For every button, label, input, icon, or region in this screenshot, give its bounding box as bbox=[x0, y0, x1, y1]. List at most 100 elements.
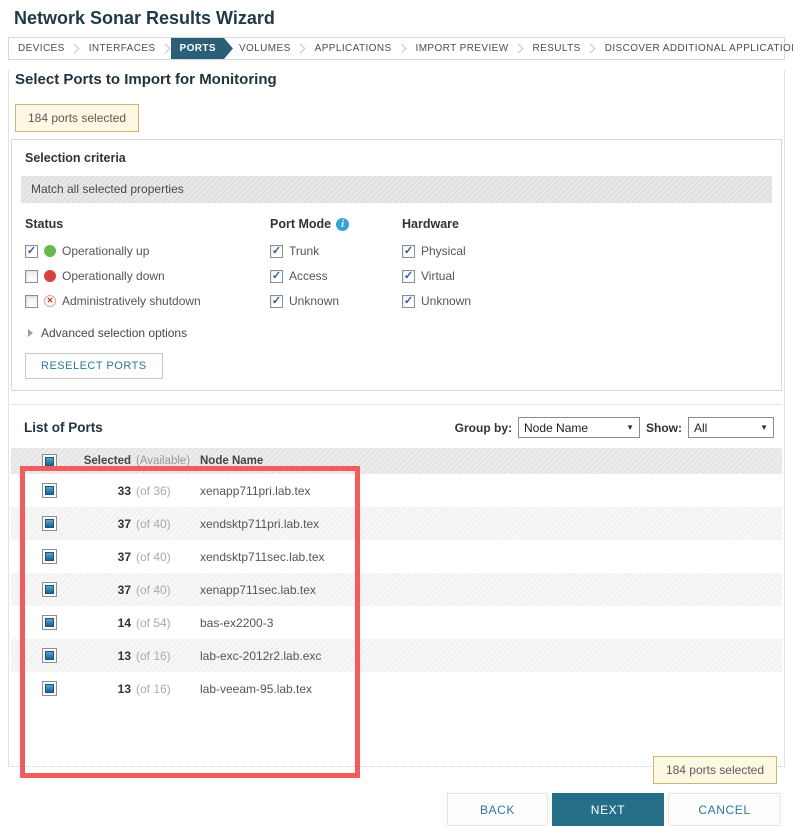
criteria-item-access: ✓ Access bbox=[270, 264, 402, 288]
criteria-columns: Status ✓ Operationally up ✓ Operationall… bbox=[12, 203, 781, 313]
available-count: (of 36) bbox=[131, 484, 193, 498]
ports-table-header: Selected (Available) Node Name bbox=[11, 448, 782, 474]
checkbox-access[interactable]: ✓ bbox=[270, 270, 283, 283]
cancel-button[interactable]: CANCEL bbox=[668, 793, 781, 826]
group-by-selected-value: Node Name bbox=[524, 421, 588, 435]
expand-row-icon[interactable] bbox=[20, 652, 25, 660]
table-row[interactable]: 14 (of 54) bas-ex2200-3 bbox=[11, 606, 782, 639]
criteria-item-label: Operationally down bbox=[62, 269, 165, 283]
checkbox-trunk[interactable]: ✓ bbox=[270, 245, 283, 258]
row-checkbox[interactable] bbox=[42, 549, 57, 564]
wizard-step-ports-active[interactable]: PORTS bbox=[171, 38, 233, 59]
checkbox-operationally-down[interactable]: ✓ bbox=[25, 270, 38, 283]
group-label-text: Hardware bbox=[402, 215, 459, 233]
table-row[interactable]: 37 (of 40) xenapp711sec.lab.tex bbox=[11, 573, 782, 606]
criteria-item-label: Unknown bbox=[421, 294, 471, 308]
wizard-step-discover-additional-applications[interactable]: DISCOVER ADDITIONAL APPLICATIONS bbox=[596, 38, 793, 59]
expand-row-icon[interactable] bbox=[20, 553, 25, 561]
back-button[interactable]: BACK bbox=[447, 793, 548, 826]
node-name: lab-exc-2012r2.lab.exc bbox=[193, 649, 782, 663]
criteria-item-label: Administratively shutdown bbox=[62, 294, 201, 308]
group-by-label: Group by: bbox=[455, 421, 512, 435]
criteria-group-status-label: Status bbox=[25, 215, 270, 233]
expand-row-icon[interactable] bbox=[20, 586, 25, 594]
selected-count: 37 bbox=[65, 550, 131, 564]
row-checkbox[interactable] bbox=[42, 615, 57, 630]
indeterminate-mark bbox=[45, 651, 54, 660]
checkbox-administratively-shutdown[interactable]: ✓ bbox=[25, 295, 38, 308]
page-title: Network Sonar Results Wizard bbox=[14, 5, 793, 31]
checkbox-operationally-up[interactable]: ✓ bbox=[25, 245, 38, 258]
match-properties-bar[interactable]: Match all selected properties bbox=[21, 176, 772, 203]
info-icon[interactable]: i bbox=[336, 218, 349, 231]
criteria-group-status: Status ✓ Operationally up ✓ Operationall… bbox=[25, 215, 270, 313]
criteria-item-label: Physical bbox=[421, 244, 466, 258]
criteria-item-virtual: ✓ Virtual bbox=[402, 264, 562, 288]
status-down-icon bbox=[44, 270, 56, 282]
table-row[interactable]: 33 (of 36) xenapp711pri.lab.tex bbox=[11, 474, 782, 507]
wizard-step-results[interactable]: RESULTS bbox=[524, 38, 590, 59]
available-count: (of 40) bbox=[131, 550, 193, 564]
show-select[interactable]: All ▼ bbox=[688, 417, 774, 438]
wizard-step-interfaces[interactable]: INTERFACES bbox=[80, 38, 165, 59]
group-by-select[interactable]: Node Name ▼ bbox=[518, 417, 640, 438]
row-checkbox[interactable] bbox=[42, 582, 57, 597]
wizard-step-import-preview[interactable]: IMPORT PREVIEW bbox=[407, 38, 518, 59]
row-checkbox[interactable] bbox=[42, 648, 57, 663]
show-selected-value: All bbox=[694, 421, 707, 435]
group-label-text: Status bbox=[25, 215, 63, 233]
node-name: xenapp711sec.lab.tex bbox=[193, 583, 782, 597]
ports-selected-badge-top: 184 ports selected bbox=[15, 104, 139, 132]
selected-count: 13 bbox=[65, 682, 131, 696]
checkbox-hardware-unknown[interactable]: ✓ bbox=[402, 295, 415, 308]
indeterminate-mark bbox=[45, 552, 54, 561]
list-of-ports-header: List of Ports Group by: Node Name ▼ Show… bbox=[11, 405, 782, 441]
table-row[interactable]: 13 (of 16) lab-exc-2012r2.lab.exc bbox=[11, 639, 782, 672]
wizard-step-devices[interactable]: DEVICES bbox=[9, 38, 74, 59]
row-checkbox[interactable] bbox=[42, 516, 57, 531]
next-button[interactable]: NEXT bbox=[552, 793, 664, 826]
row-checkbox[interactable] bbox=[42, 483, 57, 498]
indeterminate-mark bbox=[45, 585, 54, 594]
column-header-available: (Available) bbox=[131, 455, 193, 467]
reselect-ports-button[interactable]: RESELECT PORTS bbox=[25, 353, 163, 379]
table-row[interactable]: 37 (of 40) xendsktp711pri.lab.tex bbox=[11, 507, 782, 540]
criteria-item-administratively-shutdown: ✓ ✕ Administratively shutdown bbox=[25, 289, 270, 313]
group-label-text: Port Mode bbox=[270, 215, 331, 233]
criteria-item-label: Unknown bbox=[289, 294, 339, 308]
advanced-selection-options-toggle[interactable]: Advanced selection options bbox=[28, 326, 781, 340]
criteria-group-hardware-label: Hardware bbox=[402, 215, 562, 233]
expand-row-icon[interactable] bbox=[20, 487, 25, 495]
criteria-item-label: Virtual bbox=[421, 269, 455, 283]
column-header-node-name: Node Name bbox=[193, 455, 782, 467]
checkbox-physical[interactable]: ✓ bbox=[402, 245, 415, 258]
selection-criteria-panel: Selection criteria Match all selected pr… bbox=[11, 139, 782, 391]
wizard-step-volumes[interactable]: VOLUMES bbox=[230, 38, 300, 59]
chevron-down-icon: ▼ bbox=[760, 423, 768, 432]
selected-count: 37 bbox=[65, 583, 131, 597]
selected-count: 33 bbox=[65, 484, 131, 498]
row-checkbox[interactable] bbox=[42, 681, 57, 696]
indeterminate-mark bbox=[45, 486, 54, 495]
node-name: xendsktp711sec.lab.tex bbox=[193, 550, 782, 564]
node-name: xendsktp711pri.lab.tex bbox=[193, 517, 782, 531]
list-controls: Group by: Node Name ▼ Show: All ▼ bbox=[455, 417, 774, 438]
wizard-content: Select Ports to Import for Monitoring 18… bbox=[8, 70, 785, 767]
select-all-checkbox[interactable] bbox=[42, 454, 57, 469]
table-row[interactable]: 37 (of 40) xendsktp711sec.lab.tex bbox=[11, 540, 782, 573]
selected-count: 37 bbox=[65, 517, 131, 531]
expand-row-icon[interactable] bbox=[20, 619, 25, 627]
chevron-down-icon: ▼ bbox=[626, 423, 634, 432]
criteria-item-operationally-up: ✓ Operationally up bbox=[25, 239, 270, 263]
selected-count: 13 bbox=[65, 649, 131, 663]
table-row[interactable]: 13 (of 16) lab-veeam-95.lab.tex bbox=[11, 672, 782, 705]
expand-row-icon[interactable] bbox=[20, 520, 25, 528]
criteria-item-portmode-unknown: ✓ Unknown bbox=[270, 289, 402, 313]
criteria-group-port-mode-label: Port Mode i bbox=[270, 215, 402, 233]
checkbox-portmode-unknown[interactable]: ✓ bbox=[270, 295, 283, 308]
available-count: (of 16) bbox=[131, 682, 193, 696]
checkbox-virtual[interactable]: ✓ bbox=[402, 270, 415, 283]
expand-row-icon[interactable] bbox=[20, 685, 25, 693]
status-up-icon bbox=[44, 245, 56, 257]
wizard-step-applications[interactable]: APPLICATIONS bbox=[306, 38, 401, 59]
